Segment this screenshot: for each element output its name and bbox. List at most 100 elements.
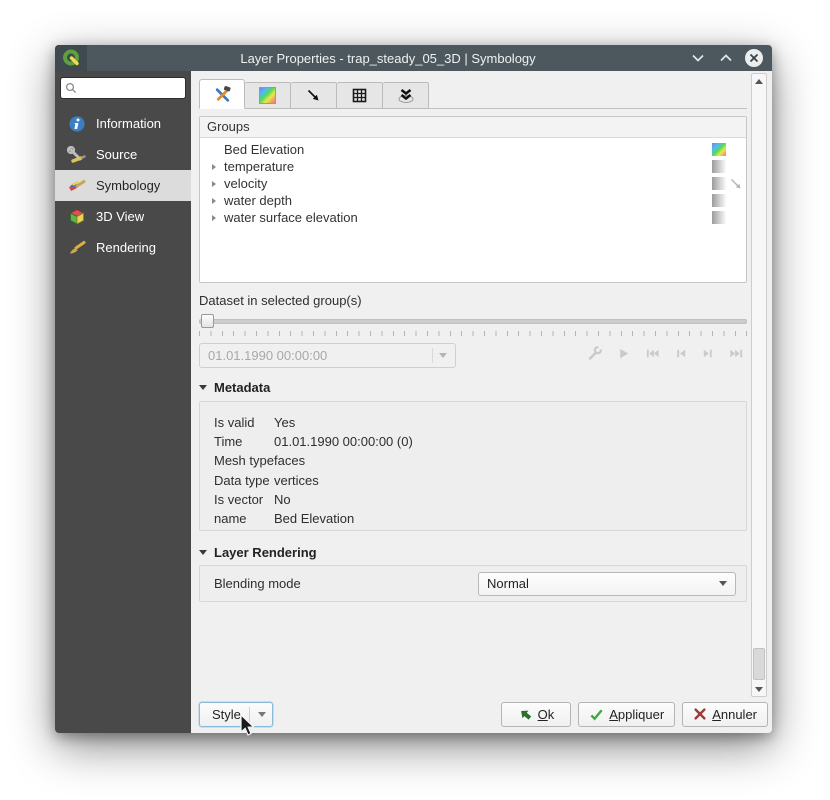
- chevron-down-icon: [439, 353, 447, 358]
- mesh-grid-icon: [351, 87, 368, 104]
- color-ramp-chip[interactable]: [712, 143, 726, 156]
- slider-handle[interactable]: [201, 314, 214, 328]
- next-frame-icon[interactable]: [701, 346, 715, 366]
- scroll-down-icon[interactable]: [752, 682, 766, 696]
- dialog-button-box: Style Ok Appliquer: [199, 701, 768, 727]
- scroll-up-icon[interactable]: [752, 74, 766, 88]
- collapse-triangle-icon: [199, 385, 207, 390]
- color-ramp-chip[interactable]: [712, 177, 726, 190]
- play-icon[interactable]: [616, 346, 631, 366]
- sidebar-item-label: Source: [96, 147, 137, 162]
- skip-first-icon[interactable]: [644, 346, 661, 366]
- time-settings-wrench-icon[interactable]: [586, 345, 603, 367]
- dataset-time-value: 01.01.1990 00:00:00: [208, 348, 327, 363]
- desktop: Layer Properties - trap_steady_05_3D | S…: [0, 0, 830, 800]
- titlebar[interactable]: Layer Properties - trap_steady_05_3D | S…: [55, 45, 772, 71]
- metadata-row: Time01.01.1990 00:00:00 (0): [214, 432, 746, 451]
- shade-icon[interactable]: [689, 49, 707, 67]
- x-icon: [693, 707, 707, 721]
- expand-arrow[interactable]: [206, 198, 222, 204]
- color-ramp-icon: [259, 87, 276, 104]
- group-row-bed-elevation[interactable]: Bed Elevation: [200, 141, 746, 158]
- cube-3d-icon: [67, 207, 87, 227]
- vertical-scrollbar[interactable]: [751, 73, 767, 697]
- tab-vectors[interactable]: [291, 82, 337, 109]
- search-icon: [65, 82, 77, 94]
- style-button[interactable]: Style: [199, 702, 273, 727]
- tab-mesh-frame[interactable]: [337, 82, 383, 109]
- sidebar-menu: Information Source: [60, 108, 186, 263]
- window-title: Layer Properties - trap_steady_05_3D | S…: [87, 51, 689, 66]
- expand-arrow[interactable]: [206, 164, 222, 170]
- dataset-time-slider[interactable]: [199, 314, 747, 328]
- cancel-button[interactable]: Annuler: [682, 702, 768, 727]
- tab-stacked-mesh-averaging[interactable]: [383, 82, 429, 109]
- color-ramp-chip[interactable]: [712, 211, 726, 224]
- info-icon: [67, 114, 87, 134]
- paintbrush-icon: [67, 176, 87, 196]
- groups-panel: Groups Bed Elevation: [199, 116, 747, 283]
- layer-rendering-section-header[interactable]: Layer Rendering: [199, 545, 747, 560]
- metadata-frame: Is validYes Time01.01.1990 00:00:00 (0) …: [199, 401, 747, 531]
- sidebar: Information Source: [55, 71, 191, 733]
- group-row-velocity[interactable]: velocity: [200, 175, 746, 192]
- tab-contours[interactable]: [245, 82, 291, 109]
- metadata-row: Is vectorNo: [214, 490, 746, 509]
- wrench-screwdriver-icon: [67, 145, 87, 165]
- skip-last-icon[interactable]: [728, 346, 745, 366]
- scrollbar-thumb[interactable]: [753, 648, 765, 680]
- maximize-icon[interactable]: [717, 49, 735, 67]
- dataset-time-combobox[interactable]: 01.01.1990 00:00:00: [199, 343, 456, 368]
- sidebar-search[interactable]: [60, 77, 186, 99]
- sidebar-item-rendering[interactable]: Rendering: [60, 232, 186, 263]
- metadata-row: Data typevertices: [214, 471, 746, 490]
- metadata-row: Mesh typefaces: [214, 451, 746, 470]
- expand-arrow[interactable]: [206, 215, 222, 221]
- check-icon: [589, 707, 604, 722]
- group-row-water-surface-elevation[interactable]: water surface elevation: [200, 209, 746, 226]
- ok-button[interactable]: Ok: [501, 702, 572, 727]
- sidebar-item-label: Symbology: [96, 178, 160, 193]
- dataset-group-label: Dataset in selected group(s): [199, 293, 747, 308]
- metadata-row: nameBed Elevation: [214, 509, 746, 528]
- groups-header: Groups: [200, 117, 746, 138]
- layer-properties-dialog: Layer Properties - trap_steady_05_3D | S…: [55, 45, 772, 733]
- vector-arrow-icon: [305, 87, 322, 104]
- metadata-section-header[interactable]: Metadata: [199, 380, 747, 395]
- mouse-cursor: [239, 714, 259, 743]
- tab-general-settings[interactable]: [199, 79, 245, 109]
- blending-mode-label: Blending mode: [214, 576, 301, 591]
- metadata-row: Is validYes: [214, 413, 746, 432]
- symbology-page: Groups Bed Elevation: [191, 71, 772, 733]
- playback-toolbar: [586, 345, 747, 367]
- blending-mode-combobox[interactable]: Normal: [478, 572, 736, 596]
- chevron-down-icon: [719, 581, 727, 586]
- color-ramp-chip[interactable]: [712, 194, 726, 207]
- sidebar-item-information[interactable]: Information: [60, 108, 186, 139]
- chevron-down-icon: [258, 712, 266, 717]
- slider-ticks: [199, 331, 747, 336]
- stack-averaging-icon: [397, 87, 415, 105]
- symbology-tabbar: [199, 79, 747, 109]
- sidebar-item-label: Rendering: [96, 240, 156, 255]
- apply-button[interactable]: Appliquer: [578, 702, 675, 727]
- sidebar-item-label: Information: [96, 116, 161, 131]
- qgis-logo: [55, 45, 87, 71]
- layer-rendering-frame: Blending mode Normal: [199, 565, 747, 602]
- vector-indicator-icon[interactable]: [726, 177, 746, 191]
- ok-arrow-icon: [518, 707, 533, 722]
- collapse-triangle-icon: [199, 550, 207, 555]
- slider-groove[interactable]: [199, 319, 747, 324]
- sidebar-item-symbology[interactable]: Symbology: [55, 170, 191, 201]
- brush-icon: [67, 238, 87, 258]
- prev-frame-icon[interactable]: [674, 346, 688, 366]
- sidebar-item-3d-view[interactable]: 3D View: [60, 201, 186, 232]
- expand-arrow[interactable]: [206, 181, 222, 187]
- tools-icon: [213, 85, 232, 104]
- group-row-temperature[interactable]: temperature: [200, 158, 746, 175]
- color-ramp-chip[interactable]: [712, 160, 726, 173]
- sidebar-item-source[interactable]: Source: [60, 139, 186, 170]
- close-icon[interactable]: [745, 49, 763, 67]
- group-row-water-depth[interactable]: water depth: [200, 192, 746, 209]
- search-input[interactable]: [77, 81, 181, 95]
